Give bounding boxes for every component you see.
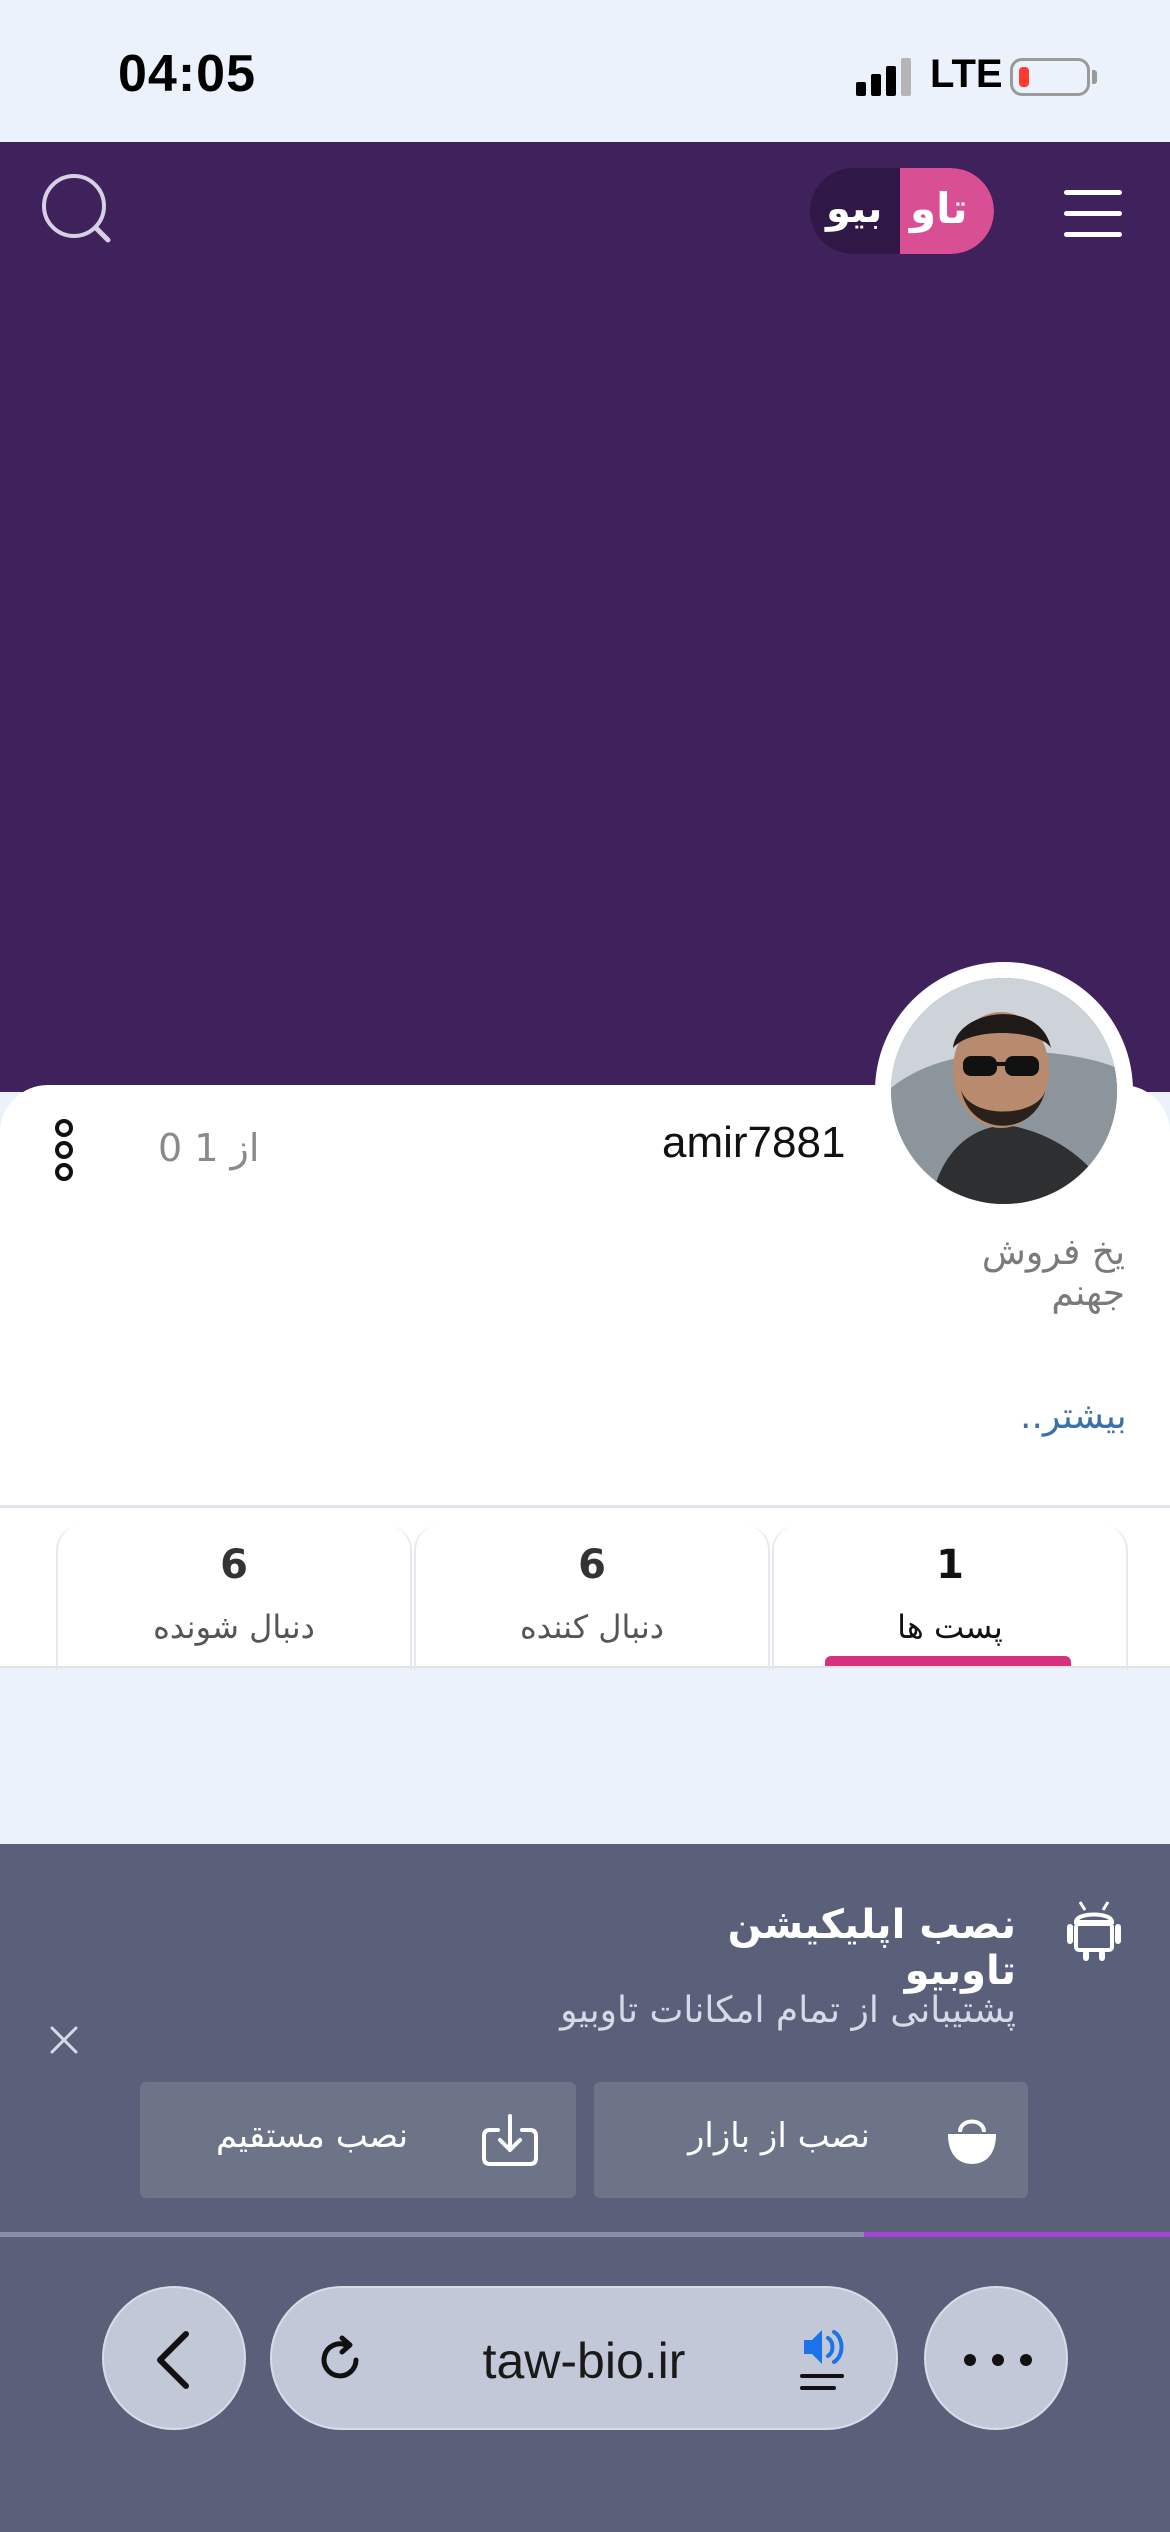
cover-banner (0, 142, 1170, 1092)
profile-pager: 0 از 1 (158, 1126, 260, 1170)
address-bar[interactable]: taw-bio.ir (270, 2286, 898, 2430)
bazaar-button-label: نصب از بازار (688, 2116, 870, 2156)
tab-posts[interactable]: 1 پست ها (772, 1526, 1128, 1670)
direct-button-label: نصب مستقیم (216, 2116, 409, 2156)
direct-install-button[interactable]: نصب مستقیم (140, 2082, 576, 2198)
posts-label: پست ها (897, 1608, 1003, 1646)
download-icon (482, 2114, 538, 2166)
chevron-left-icon (157, 2331, 189, 2389)
status-time: 04:05 (118, 45, 256, 103)
read-more-link[interactable]: بیشتر.. (1020, 1396, 1127, 1437)
browser-back-button[interactable] (102, 2286, 246, 2430)
reader-audio-icon[interactable] (796, 2324, 860, 2396)
stats-bar: 1 پست ها 6 دنبال کننده 6 دنبال شونده (0, 1505, 1170, 1670)
install-from-bazaar-button[interactable]: نصب از بازار (594, 2082, 1028, 2198)
battery-icon (1010, 58, 1090, 96)
banner-title: نصب اپلیکیشن تاوبیو (727, 1902, 1016, 1994)
profile-bio: یخ فروش جهنم (981, 1232, 1125, 1314)
network-type: LTE (930, 52, 1003, 96)
divider (0, 1666, 1170, 1668)
tab-following[interactable]: 6 دنبال شونده (56, 1526, 412, 1670)
tab-followers[interactable]: 6 دنبال کننده (414, 1526, 770, 1670)
search-icon[interactable] (38, 170, 118, 250)
ellipsis-icon (964, 2354, 1032, 2366)
close-icon[interactable] (44, 2020, 84, 2060)
avatar-person-icon (891, 978, 1117, 1204)
signal-icon (856, 58, 911, 96)
followers-label: دنبال کننده (519, 1608, 665, 1646)
logo-text-right: تاو (910, 184, 968, 233)
battery-cap (1092, 70, 1097, 84)
following-label: دنبال شونده (153, 1608, 315, 1646)
shopping-bag-icon (948, 2119, 996, 2164)
posts-count: 1 (936, 1542, 964, 1588)
banner-subtitle: پشتیبانی از تمام امکانات تاوبیو (560, 1990, 1016, 2031)
page-load-progress (864, 2232, 1170, 2237)
username: amir7881 (662, 1118, 846, 1167)
following-count: 6 (220, 1542, 248, 1588)
avatar[interactable] (891, 978, 1117, 1204)
logo[interactable]: بیو تاو (810, 168, 994, 254)
android-icon (1067, 1901, 1121, 1961)
more-options-icon[interactable] (50, 1118, 78, 1182)
browser-more-button[interactable] (924, 2286, 1068, 2430)
logo-text-left: بیو (826, 186, 883, 232)
hamburger-menu-icon[interactable] (1064, 190, 1124, 238)
followers-count: 6 (578, 1542, 606, 1588)
